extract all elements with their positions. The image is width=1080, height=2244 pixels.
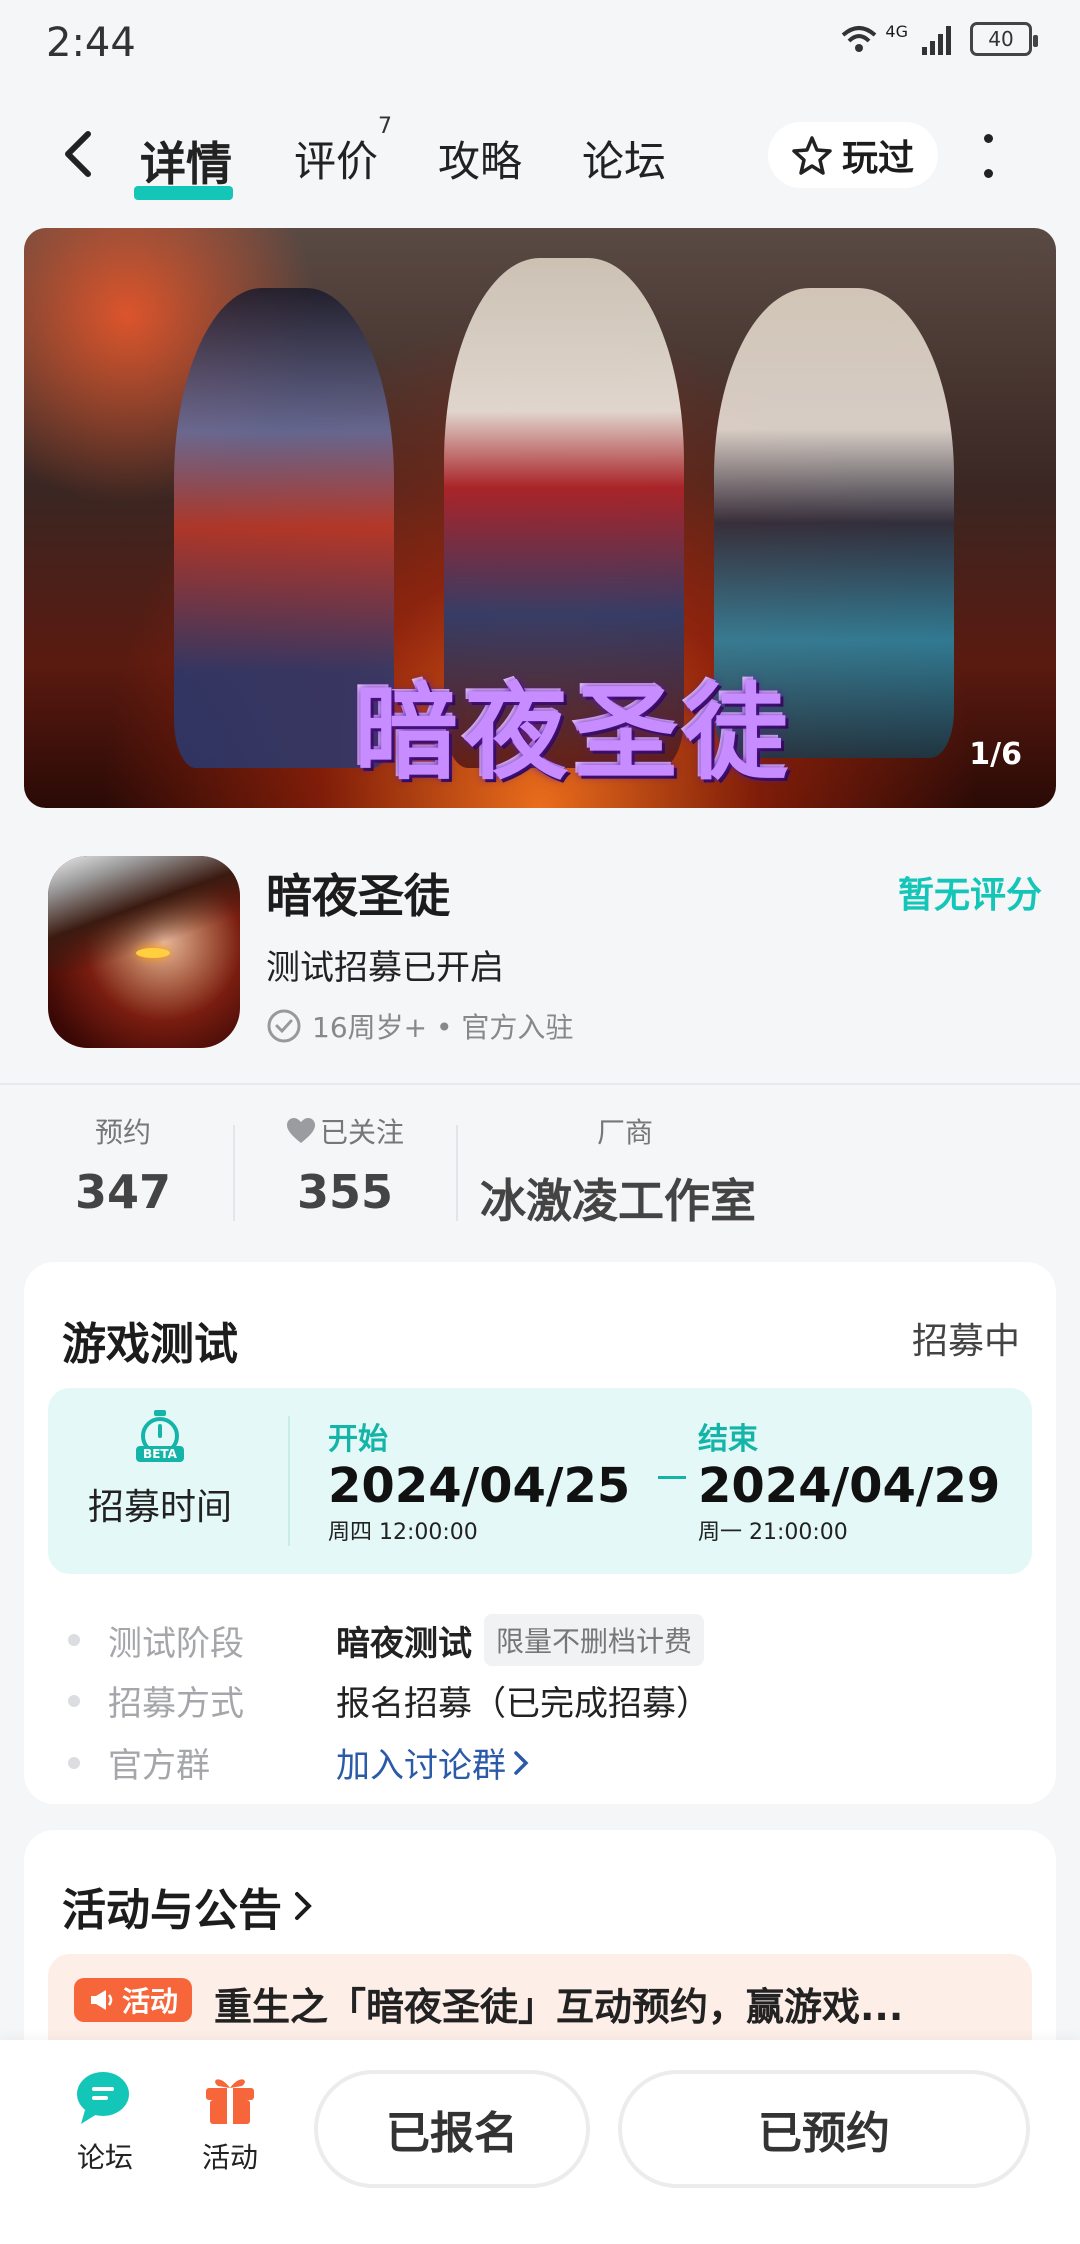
recruit-method-value: 报名招募（已完成招募） <box>336 1684 710 1724</box>
forum-shortcut-label: 论坛 <box>76 2141 133 2174</box>
stat-separator <box>456 1125 458 1221</box>
game-title: 暗夜圣徒 <box>266 869 450 923</box>
bullet-dot <box>68 1694 80 1707</box>
vendor-label: 厂商 <box>596 1116 653 1149</box>
chevron-right-icon <box>295 1892 312 1920</box>
vendor-name[interactable]: 冰激凌工作室 <box>480 1165 770 1231</box>
follow-count: 355 <box>296 1165 394 1219</box>
top-nav: 详情 评价 7 攻略 论坛 玩过 <box>0 110 1080 200</box>
tab-guides[interactable]: 攻略 <box>438 128 522 189</box>
more-options-button[interactable] <box>978 134 998 178</box>
end-time: 结束 2024/04/29 周一 21:00:00 <box>698 1414 1000 1546</box>
forum-shortcut[interactable]: 论坛 <box>50 2070 160 2176</box>
reserved-button[interactable]: 已预约 <box>618 2070 1030 2188</box>
test-stage-pill: 限量不删档计费 <box>484 1614 705 1666</box>
back-button[interactable] <box>56 128 104 180</box>
review-count-badge: 7 <box>378 114 393 139</box>
reserve-count: 347 <box>74 1165 172 1219</box>
game-tags: 16周岁+ • 官方入驻 <box>266 1006 573 1046</box>
activity-tag-text: 活动 <box>122 1985 179 2018</box>
join-group-text: 加入讨论群 <box>336 1746 506 1786</box>
tab-label: 评价 <box>294 137 379 186</box>
svg-text:BETA: BETA <box>143 1447 178 1461</box>
signal-icon <box>922 26 951 55</box>
range-dash <box>658 1476 686 1479</box>
start-date: 2024/04/25 <box>328 1458 631 1514</box>
bullet-dot <box>68 1634 80 1646</box>
tab-details[interactable]: 详情 <box>134 128 234 200</box>
status-icons: 4G 40 <box>839 22 1038 56</box>
megaphone-icon <box>91 1990 113 2010</box>
game-test-card: 游戏测试 招募中 BETA 招募时间 开始 2024/04/25 周四 12:0… <box>24 1262 1056 1804</box>
gift-icon <box>206 2079 254 2124</box>
activity-shortcut[interactable]: 活动 <box>175 2070 285 2176</box>
tab-label: 论坛 <box>582 137 667 186</box>
game-subtitle: 测试招募已开启 <box>266 948 504 988</box>
follow-label-wrap[interactable]: 已关注 <box>270 1111 420 1151</box>
heart-icon <box>286 1118 315 1143</box>
signup-button[interactable]: 已报名 <box>314 2070 590 2188</box>
activity-card-title-text: 活动与公告 <box>62 1885 282 1936</box>
recruit-method-label: 招募方式 <box>108 1684 244 1724</box>
recruit-time-heading: BETA 招募时间 <box>80 1410 240 1530</box>
activity-card-title[interactable]: 活动与公告 <box>62 1874 314 1938</box>
more-dot-icon <box>983 134 993 143</box>
stats-row: 预约 347 已关注 355 厂商 冰激凌工作室 <box>0 1105 1080 1235</box>
section-divider <box>0 1083 1080 1085</box>
hero-title-art: 暗夜圣徒 <box>354 671 795 794</box>
chevron-right-icon <box>514 1750 529 1775</box>
chevron-left-icon <box>65 131 91 177</box>
test-stage-label: 测试阶段 <box>108 1623 244 1664</box>
recruit-method-row: 招募方式 报名招募（已完成招募） <box>68 1676 710 1725</box>
wifi-icon <box>842 26 877 52</box>
activity-tag: 活动 <box>74 1978 193 2022</box>
follow-label: 已关注 <box>319 1116 404 1149</box>
tab-reviews[interactable]: 评价 7 <box>294 114 392 189</box>
test-stage-value: 暗夜测试 <box>336 1623 472 1664</box>
official-group-row: 官方群 加入讨论群 <box>68 1738 530 1787</box>
join-group-link[interactable]: 加入讨论群 <box>336 1738 530 1787</box>
start-time: 开始 2024/04/25 周四 12:00:00 <box>328 1414 630 1546</box>
end-date: 2024/04/29 <box>698 1458 1001 1514</box>
star-outline-icon <box>792 136 832 175</box>
played-button[interactable]: 玩过 <box>768 122 938 188</box>
game-info: 暗夜圣徒 暂无评分 测试招募已开启 16周岁+ • 官方入驻 <box>0 840 1080 1085</box>
battery-icon: 40 <box>970 22 1038 56</box>
beta-stopwatch-icon: BETA <box>136 1410 184 1462</box>
activity-shortcut-label: 活动 <box>201 2141 258 2174</box>
time-box-separator <box>288 1416 290 1546</box>
start-heading: 开始 <box>328 1422 388 1457</box>
network-label: 4G <box>885 22 908 41</box>
hero-banner[interactable]: 暗夜圣徒 1/6 <box>24 228 1056 808</box>
played-label: 玩过 <box>841 138 914 179</box>
stat-separator <box>233 1125 235 1221</box>
age-official-tags: 16周岁+ • 官方入驻 <box>312 1011 574 1044</box>
tab-label: 攻略 <box>438 137 523 186</box>
end-time-detail: 周一 21:00:00 <box>698 1520 848 1545</box>
status-time: 2:44 <box>46 20 136 66</box>
game-icon[interactable] <box>48 856 240 1048</box>
tab-label: 详情 <box>140 137 232 191</box>
recruit-time-label: 招募时间 <box>87 1487 232 1528</box>
bottom-action-bar: 论坛 活动 已报名 已预约 <box>0 2040 1080 2244</box>
bullet-dot <box>68 1756 80 1769</box>
status-bar: 2:44 4G 40 <box>0 0 1080 90</box>
rating-text: 暂无评分 <box>898 875 1043 916</box>
chat-bubble-icon <box>77 2072 129 2124</box>
official-group-label: 官方群 <box>108 1746 210 1786</box>
more-dot-icon <box>983 169 993 178</box>
tab-forum[interactable]: 论坛 <box>582 128 666 189</box>
test-stage-row: 测试阶段 暗夜测试 限量不删档计费 <box>68 1614 705 1666</box>
reserve-label: 预约 <box>94 1116 151 1149</box>
check-circle-icon <box>267 1009 301 1043</box>
test-card-title: 游戏测试 <box>62 1319 238 1370</box>
activity-notice-text: 重生之「暗夜圣徒」互动预约，赢游戏... <box>214 1985 904 2029</box>
recruit-status: 招募中 <box>911 1321 1020 1362</box>
recruit-time-box: BETA 招募时间 开始 2024/04/25 周四 12:00:00 结束 2… <box>48 1388 1032 1574</box>
start-time-detail: 周四 12:00:00 <box>328 1520 478 1545</box>
hero-page-counter: 1/6 <box>969 737 1022 772</box>
end-heading: 结束 <box>698 1422 758 1457</box>
